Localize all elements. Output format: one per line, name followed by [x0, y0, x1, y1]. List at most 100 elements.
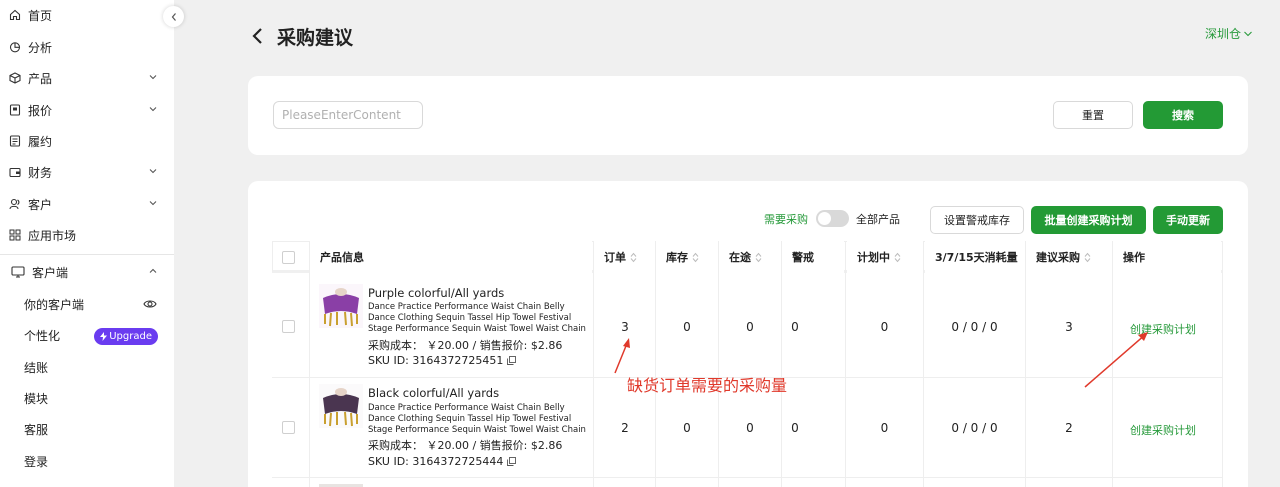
eye-icon[interactable] [143, 298, 157, 310]
copy-icon[interactable] [507, 457, 517, 466]
sidebar-item-label: 客户端 [32, 265, 69, 280]
sidebar-item-label: 应用市场 [28, 228, 77, 243]
col-label: 建议采购 [1036, 251, 1080, 264]
manual-update-button[interactable]: 手动更新 [1153, 206, 1223, 234]
sidebar-item-quote[interactable]: 报价 [0, 96, 174, 124]
copy-icon[interactable] [507, 356, 517, 365]
lightning-icon [100, 332, 108, 341]
col-label: 订单 [604, 251, 626, 264]
sidebar: 首页 分析 产品 报价 履约 财务 客户 应用市场 客户端 你的客户端 个性化 … [0, 0, 174, 487]
sidebar-item-analytics[interactable]: 分析 [0, 33, 174, 61]
col-suggested[interactable]: 建议采购 [1026, 241, 1112, 273]
product-description: Dance Practice Performance Waist Chain B… [368, 302, 586, 334]
cell-order: 2 [621, 421, 629, 435]
sidebar-subitem-your-client[interactable]: 你的客户端 [0, 290, 174, 318]
grid-line [923, 241, 924, 487]
sidebar-subitem-checkout[interactable]: 结账 [0, 353, 174, 381]
cell-in-transit: 0 [746, 421, 754, 435]
sidebar-item-fulfillment[interactable]: 履约 [0, 127, 174, 155]
cell-planned: 0 [880, 320, 889, 334]
thumb-fill [323, 294, 359, 314]
product-filter-toggle[interactable] [816, 210, 849, 227]
chevron-down-icon [149, 75, 157, 80]
cell-order: 3 [621, 320, 629, 334]
col-order[interactable]: 订单 [594, 241, 656, 273]
sidebar-collapse-button[interactable] [163, 6, 184, 27]
chevron-up-icon [149, 268, 157, 273]
search-card: 重置 搜索 [248, 76, 1248, 155]
product-description: Dance Practice Performance Waist Chain B… [368, 403, 586, 435]
sidebar-item-label: 首页 [28, 8, 53, 23]
sidebar-subitem-login[interactable]: 登录 [0, 447, 174, 475]
sku-text: SKU ID: 3164372725444 [368, 455, 504, 468]
sidebar-item-label: 财务 [28, 165, 53, 180]
product-price: 采购成本： ￥20.00 / 销售报价: $2.86 [368, 439, 563, 452]
cell-planned: 0 [880, 421, 889, 435]
sidebar-subitem-label: 结账 [24, 360, 49, 375]
sidebar-item-label: 分析 [28, 40, 53, 55]
grid-line [593, 241, 594, 487]
grid-line [781, 241, 782, 487]
chevron-down-icon [149, 201, 157, 206]
col-alert: 警戒 [782, 241, 844, 273]
col-planned[interactable]: 计划中 [847, 241, 923, 273]
sidebar-subitem-modules[interactable]: 模块 [0, 384, 174, 412]
sidebar-item-client[interactable]: 客户端 [0, 258, 174, 286]
col-actions: 操作 [1113, 241, 1221, 273]
col-label: 在途 [729, 251, 751, 264]
cell-consumption: 0 / 0 / 0 [951, 421, 998, 435]
warehouse-label: 深圳仓 [1205, 27, 1242, 41]
annotation-text: 缺货订单需要的采购量 [627, 376, 788, 395]
sidebar-item-label: 产品 [28, 71, 53, 86]
monitor-icon [11, 266, 25, 278]
col-label: 库存 [666, 251, 688, 264]
create-plan-link[interactable]: 创建采购计划 [1113, 422, 1213, 438]
chevron-down-icon [149, 107, 157, 112]
sidebar-item-home[interactable]: 首页 [0, 1, 174, 29]
sidebar-item-label: 报价 [28, 103, 53, 118]
cell-suggested: 3 [1065, 320, 1073, 334]
sku-text: SKU ID: 3164372725451 [368, 354, 504, 367]
cell-stock: 0 [683, 421, 691, 435]
product-sku: SKU ID: 3164372725451 [368, 354, 517, 367]
col-stock[interactable]: 库存 [656, 241, 718, 273]
grid-line [845, 241, 846, 487]
grid-line [1112, 241, 1113, 487]
sort-icon [1084, 252, 1091, 262]
upgrade-badge[interactable]: Upgrade [94, 328, 158, 345]
set-alert-stock-button[interactable]: 设置警戒库存 [930, 206, 1024, 234]
create-plan-link[interactable]: 创建采购计划 [1113, 321, 1213, 337]
cell-alert: 0 [791, 320, 799, 334]
chevron-down-icon [149, 169, 157, 174]
sidebar-subitem-personalize[interactable]: 个性化 Upgrade [0, 321, 174, 349]
grid-line [655, 241, 656, 487]
fulfillment-icon [9, 135, 21, 147]
search-button[interactable]: 搜索 [1143, 101, 1223, 129]
cell-suggested: 2 [1065, 421, 1073, 435]
col-label: 计划中 [857, 251, 890, 264]
wallet-icon [9, 166, 21, 178]
search-input[interactable] [273, 101, 423, 129]
grid-line [718, 241, 719, 487]
batch-create-plan-button[interactable]: 批量创建采购计划 [1031, 206, 1146, 234]
sidebar-subitem-support[interactable]: 客服 [0, 415, 174, 443]
col-in-transit[interactable]: 在途 [719, 241, 781, 273]
cell-stock: 0 [683, 320, 691, 334]
sidebar-item-product[interactable]: 产品 [0, 64, 174, 92]
sidebar-item-finance[interactable]: 财务 [0, 158, 174, 186]
sidebar-item-customer[interactable]: 客户 [0, 190, 174, 218]
row-checkbox[interactable] [282, 320, 295, 333]
product-name: Black colorful/All yards [368, 386, 500, 400]
sort-icon [755, 252, 762, 262]
sidebar-subitem-label: 模块 [24, 391, 49, 406]
product-sku: SKU ID: 3164372725444 [368, 455, 517, 468]
sidebar-subitem-label: 客服 [24, 422, 49, 437]
sidebar-item-app-market[interactable]: 应用市场 [0, 221, 174, 249]
quote-icon [9, 104, 21, 116]
row-checkbox[interactable] [282, 421, 295, 434]
select-all-checkbox[interactable] [282, 251, 295, 264]
sort-icon [692, 252, 699, 262]
warehouse-selector[interactable]: 深圳仓 [1205, 25, 1253, 42]
back-arrow-icon[interactable] [251, 27, 265, 45]
reset-button[interactable]: 重置 [1053, 101, 1133, 129]
